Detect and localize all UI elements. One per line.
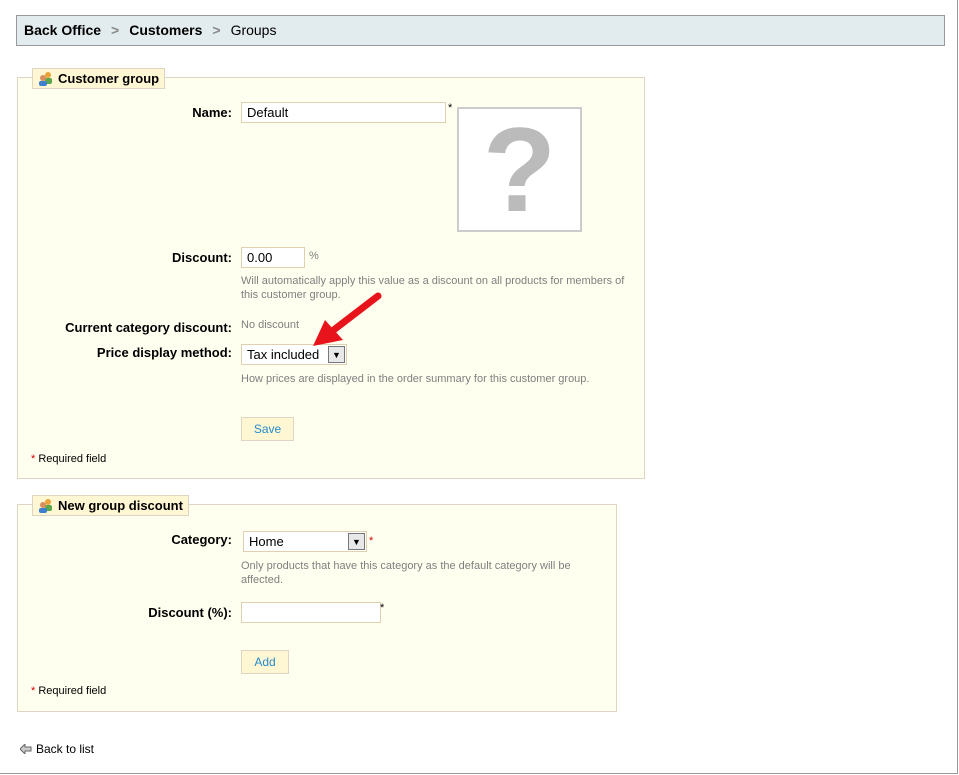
name-label: Name: [192,105,232,120]
category-label: Category: [171,532,232,547]
required-asterisk: * [448,102,453,114]
section-legend: Customer group [32,68,166,89]
add-button[interactable]: Add [241,650,289,674]
category-hint: Only products that have this category as… [241,560,571,586]
arrow-left-icon [20,744,32,754]
price-display-hint: How prices are displayed in the order su… [241,373,590,385]
breadcrumb-customers[interactable]: Customers [129,22,202,38]
chevron-right-icon: > [212,22,221,38]
category-select[interactable]: Home ▼ [243,531,367,552]
section-legend: New group discount [32,495,189,516]
back-to-list-text: Back to list [36,742,95,756]
users-icon [39,72,52,86]
current-discount-value: No discount [241,319,300,331]
back-to-list-link[interactable]: Back to list [20,742,94,756]
breadcrumb: Back Office > Customers > Groups [16,15,945,46]
required-asterisk: * [31,685,36,697]
chevron-down-icon: ▼ [348,533,365,550]
category-value: Home [249,534,284,549]
discount-label: Discount: [172,250,232,265]
required-asterisk: * [380,602,385,614]
discount-percent-input[interactable] [241,602,381,623]
customer-group-section: Customer group Name: * ? Discount: % Wil… [17,68,645,479]
percent-unit: % [309,250,319,262]
chevron-right-icon: > [111,22,120,38]
legend-text: Customer group [58,71,160,86]
required-note: Required field [38,685,107,697]
discount-percent-label: Discount (%): [148,605,232,620]
discount-hint: Will automatically apply this value as a… [241,275,625,301]
breadcrumb-back-office[interactable]: Back Office [24,22,101,38]
current-discount-label: Current category discount: [65,320,232,335]
required-asterisk: * [369,535,374,547]
required-asterisk: * [31,453,36,465]
save-button[interactable]: Save [241,417,294,441]
users-icon [39,499,52,513]
red-arrow-annotation [313,292,382,346]
discount-input[interactable] [241,247,305,268]
breadcrumb-groups: Groups [230,22,277,38]
new-group-discount-section: New group discount Category: Home ▼ * Onl… [17,495,617,712]
name-input[interactable] [241,102,446,123]
legend-text: New group discount [58,498,183,513]
question-image-icon: ? [457,103,582,237]
price-display-label: Price display method: [96,345,232,360]
required-note: Required field [38,453,107,465]
